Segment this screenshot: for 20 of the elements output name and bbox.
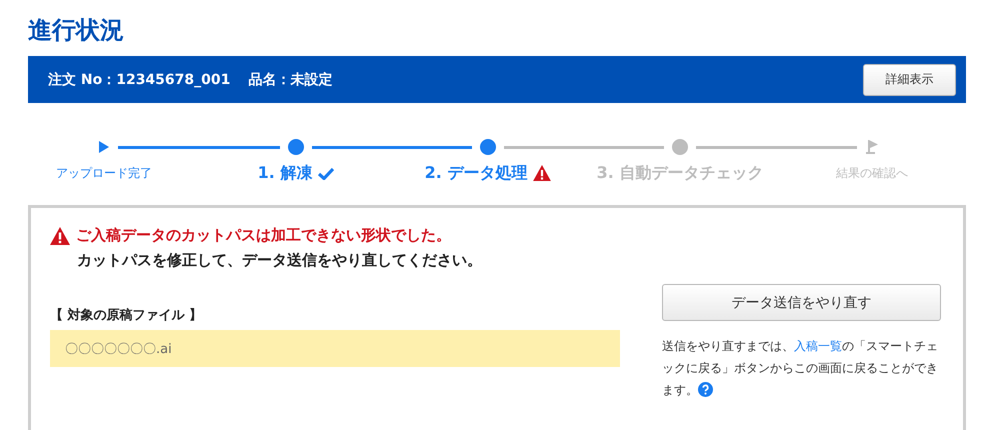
resend-button[interactable]: データ送信をやり直す (662, 284, 941, 321)
help-note: 送信をやり直すまでは、入稿一覧の「スマートチェックに戻る」ボタンからこの画面に戻ることができます。 (662, 338, 939, 399)
product-name: 品名：未設定 (248, 70, 332, 88)
step-label: 3. 自動データチェック (596, 162, 764, 184)
file-heading: 【 対象の原稿ファイル 】 (50, 306, 204, 324)
order-number: 注文 No：12345678_001 (48, 70, 230, 88)
error-message: ご入稿データのカットパスは加工できない形状でした。 (76, 226, 451, 245)
detail-button[interactable]: 詳細表示 (863, 64, 956, 96)
warning-icon (533, 164, 552, 182)
step-label: 2. データ処理 (424, 162, 528, 184)
warning-icon (50, 226, 70, 244)
help-icon[interactable] (698, 382, 713, 397)
step-label: アップロード完了 (56, 164, 152, 182)
upload-list-link[interactable]: 入稿一覧 (794, 339, 842, 353)
checkmark-icon (318, 166, 334, 180)
file-name: 〇〇〇〇〇〇〇.ai (50, 330, 620, 367)
step-label: 1. 解凍 (258, 162, 312, 184)
step-label: 結果の確認へ (836, 164, 908, 182)
page-title: 進行状況 (28, 15, 125, 46)
instruction-text: カットパスを修正して、データ送信をやり直してください。 (77, 251, 483, 270)
